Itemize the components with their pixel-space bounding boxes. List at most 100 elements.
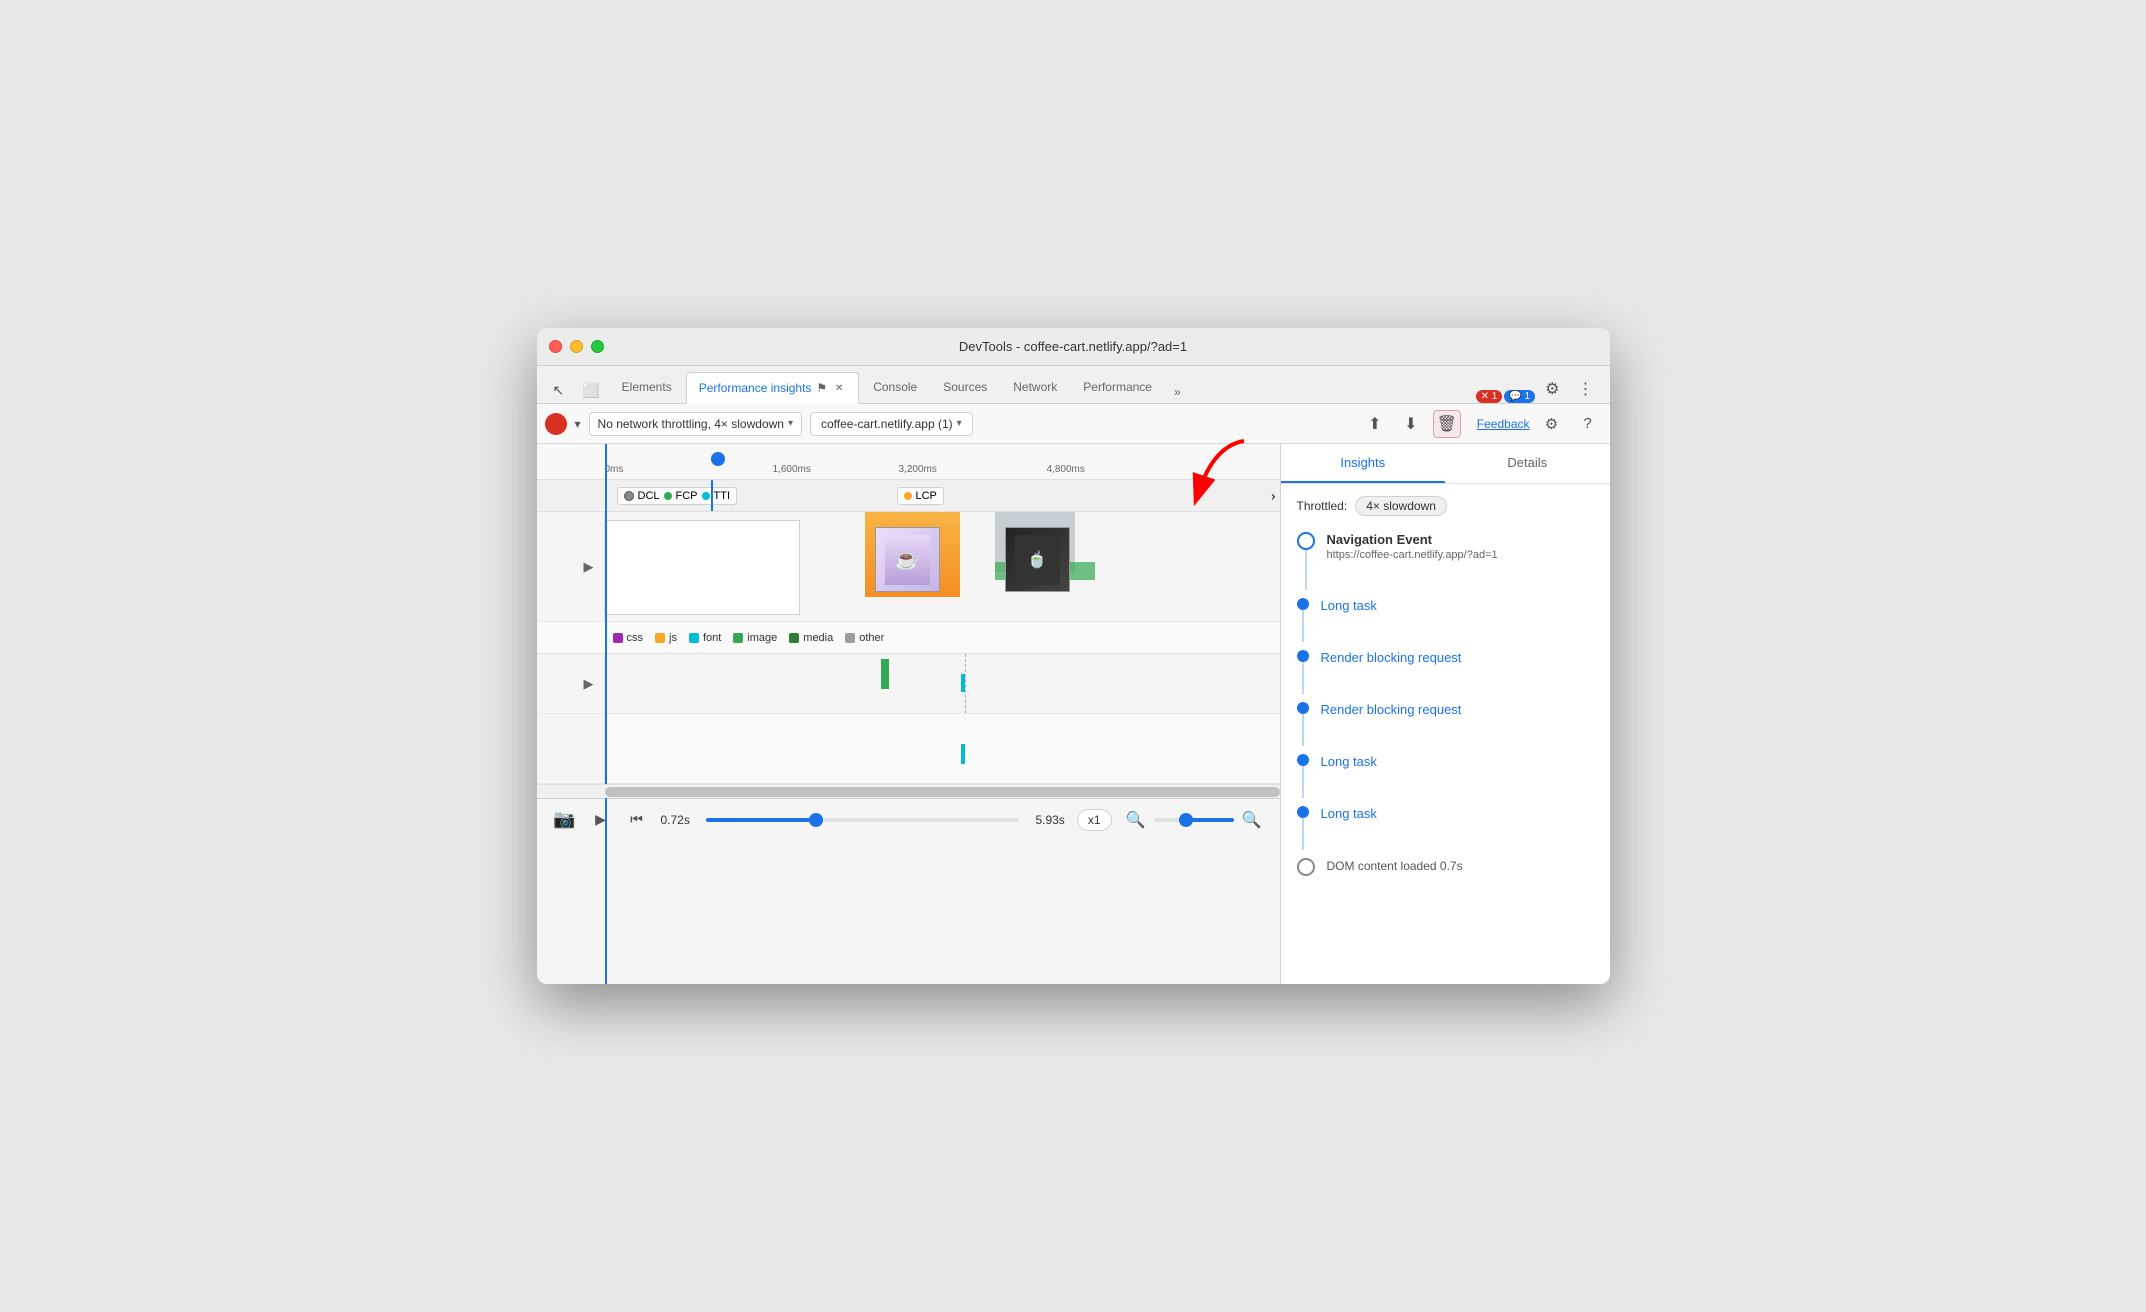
dashed-vline [965,654,966,713]
time-slider[interactable] [706,818,1020,822]
long-task-3-link[interactable]: Long task [1321,806,1377,821]
record-button[interactable] [545,413,567,435]
legend-js: js [655,632,677,644]
resource-expand-icon[interactable]: ▶ [582,677,596,691]
expand-icon[interactable]: › [1271,488,1275,503]
empty-track-content [605,714,1280,783]
lcp-dot [904,492,912,500]
device-icon[interactable]: ⬜ [574,378,607,403]
js-color-dot [655,633,665,643]
dom-content-label: DOM content loaded 0.7s [1327,859,1463,873]
long-task-2-connector [1297,754,1309,798]
throttling-label: No network throttling, 4× slowdown [598,417,784,431]
tab-insights[interactable]: Insights [1281,444,1446,483]
tab-close-icon[interactable]: ✕ [832,381,846,395]
time-end-label: 5.93s [1035,813,1064,827]
zoom-slider-fill [1186,818,1234,822]
settings-gear-icon[interactable]: ⚙ [1538,410,1566,438]
resource-track-label: ▶ [537,654,605,713]
traffic-lights [549,340,604,353]
render-block-1-text: Render blocking request [1321,650,1594,665]
resource-track-content [605,654,1280,713]
url-dropdown[interactable]: coffee-cart.netlify.app (1) ▾ [810,412,973,436]
speed-badge[interactable]: x1 [1077,809,1112,831]
feedback-link[interactable]: Feedback [1477,417,1530,431]
empty-track-label [537,714,605,783]
upload-icon[interactable]: ⬆ [1361,410,1389,438]
h-scrollbar[interactable] [537,784,1280,798]
dcl-circle [624,491,634,501]
nav-event-url: https://coffee-cart.netlify.app/?ad=1 [1327,549,1594,561]
tab-network[interactable]: Network [1001,371,1069,403]
dom-content-connector [1297,858,1315,876]
zoom-in-icon[interactable]: 🔍 [1240,808,1264,832]
cursor-vline [711,480,713,511]
delete-icon[interactable]: 🗑 [1433,410,1461,438]
url-arrow-icon: ▾ [957,418,962,429]
help-icon[interactable]: ? [1574,410,1602,438]
render-block-2-dot [1297,702,1309,714]
render-block-1-connector [1297,650,1309,694]
more-options-icon[interactable]: ⋮ [1570,375,1602,403]
render-block-2-connector [1297,702,1309,746]
legend-css: css [613,632,644,644]
legend-image: image [733,632,777,644]
long-task-3-line [1302,818,1304,850]
tab-performance[interactable]: Performance [1071,371,1164,403]
more-tabs-button[interactable]: » [1166,381,1189,403]
long-task-1-link[interactable]: Long task [1321,598,1377,613]
main-content: 0ms 1,600ms 3,200ms 4,800ms [537,444,1610,984]
render-block-2-link[interactable]: Render blocking request [1321,702,1462,717]
ruler-mark-0ms: 0ms [605,464,624,475]
camera-icon[interactable]: 📷 [553,808,577,832]
resource-track: ▶ [537,654,1280,714]
throttle-row: Throttled: 4× slowdown [1297,496,1594,516]
ruler-mark-4800ms: 4,800ms [1047,464,1085,475]
time-slider-thumb[interactable] [809,813,823,827]
render-block-1-link[interactable]: Render blocking request [1321,650,1462,665]
zoom-controls: 🔍 🔍 [1124,808,1264,832]
tab-details[interactable]: Details [1445,444,1610,483]
tab-performance-insights[interactable]: Performance insights ⚑ ✕ [686,372,859,404]
media-color-dot [789,633,799,643]
maximize-button[interactable] [591,340,604,353]
url-label: coffee-cart.netlify.app (1) [821,417,953,431]
screenshot-expand-icon[interactable]: ▶ [582,560,596,574]
tab-elements[interactable]: Elements [610,371,684,403]
tab-console[interactable]: Console [861,371,929,403]
font-color-dot [689,633,699,643]
download-icon[interactable]: ⬇ [1397,410,1425,438]
skip-back-icon[interactable]: ⏮ [625,808,649,832]
nav-event-item: Navigation Event https://coffee-cart.net… [1297,532,1594,590]
title-bar: DevTools - coffee-cart.netlify.app/?ad=1 [537,328,1610,366]
thumbnail-1: ☕ [875,527,940,592]
tti-dot [702,492,710,500]
screenshot-white-block [605,520,800,615]
zoom-out-icon[interactable]: 🔍 [1124,808,1148,832]
close-button[interactable] [549,340,562,353]
legend-media: media [789,632,833,644]
tab-sources[interactable]: Sources [931,371,999,403]
settings-icon[interactable]: ⚙ [1537,375,1567,403]
thumbnail-2: 🍵 [1005,527,1070,592]
nav-event-text: Navigation Event https://coffee-cart.net… [1327,532,1594,561]
dropdown-arrow-btn[interactable]: ▾ [575,417,581,431]
zoom-slider[interactable] [1154,818,1234,822]
pointer-icon[interactable]: ↖ [545,378,573,403]
h-scrollbar-thumb[interactable] [605,787,1280,797]
throttled-label: Throttled: [1297,499,1348,513]
screenshot-track-content: ☕ 🍵 [605,512,1280,621]
window-title: DevTools - coffee-cart.netlify.app/?ad=1 [959,339,1187,354]
long-task-1-dot [1297,598,1309,610]
timeline-cursor[interactable] [711,452,725,466]
throttling-dropdown[interactable]: No network throttling, 4× slowdown ▾ [589,412,802,436]
throttle-badge: 4× slowdown [1355,496,1447,516]
css-color-dot [613,633,623,643]
minimize-button[interactable] [570,340,583,353]
zoom-thumb[interactable] [1179,813,1193,827]
long-task-2-link[interactable]: Long task [1321,754,1377,769]
nav-event-title: Navigation Event [1327,532,1594,547]
long-task-1-connector [1297,598,1309,642]
nav-event-circle [1297,532,1315,550]
play-icon[interactable]: ▶ [589,808,613,832]
